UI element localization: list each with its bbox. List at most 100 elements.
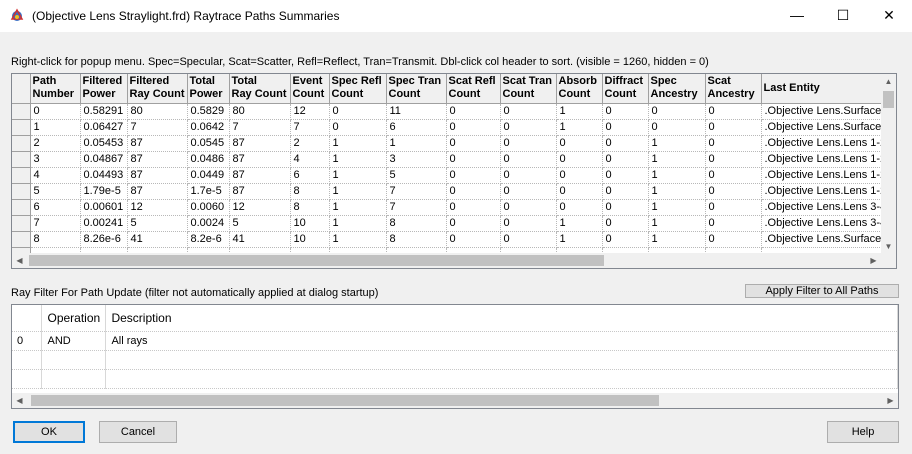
column-header[interactable]: Spec Refl Count <box>329 74 387 104</box>
table-cell[interactable]: 80 <box>229 103 291 120</box>
table-cell[interactable]: .Objective Lens.Lens 1-2 <box>761 167 891 184</box>
table-cell[interactable]: .Objective Lens.Surface <box>761 231 891 248</box>
table-cell[interactable]: 5 <box>127 215 188 232</box>
table-cell[interactable]: 8 <box>290 199 330 216</box>
table-cell[interactable]: 0 <box>446 119 501 136</box>
table-row[interactable]: 5 1.79e-5 87 1.7e-5 87 8 1 7 0 0 0 0 1 0 .Objective Le… <box>12 183 891 200</box>
column-header[interactable]: Last Entity <box>761 74 891 104</box>
row-selector[interactable] <box>12 183 31 200</box>
filter-row-empty[interactable] <box>12 369 898 389</box>
table-cell[interactable]: 6 <box>290 167 330 184</box>
table-cell[interactable]: 7 <box>386 199 447 216</box>
table-cell[interactable]: 0 <box>556 183 603 200</box>
table-cell[interactable]: 0 <box>30 103 81 120</box>
table-cell[interactable]: 87 <box>229 183 291 200</box>
row-header-corner[interactable] <box>12 74 31 104</box>
table-cell[interactable]: 1 <box>556 231 603 248</box>
table-cell[interactable]: 0.04867 <box>80 151 128 168</box>
filter-column-header[interactable] <box>12 305 43 332</box>
table-cell[interactable]: 1 <box>556 103 603 120</box>
table-cell[interactable]: 0 <box>500 167 557 184</box>
table-cell[interactable]: 8 <box>386 215 447 232</box>
column-header[interactable]: Scat Refl Count <box>446 74 501 104</box>
apply-filter-button[interactable]: Apply Filter to All Paths <box>745 284 899 298</box>
table-row[interactable]: 8 8.26e-6 41 8.2e-6 41 10 1 8 0 0 1 0 1 0 .Objective L… <box>12 231 891 248</box>
table-cell[interactable]: 1 <box>329 215 387 232</box>
table-cell[interactable]: 0 <box>648 103 706 120</box>
table-cell[interactable]: 0 <box>705 167 762 184</box>
row-selector[interactable] <box>12 199 31 216</box>
filter-column-header[interactable]: Operation <box>41 305 107 332</box>
filter-cell[interactable] <box>41 350 107 370</box>
table-cell[interactable]: 1 <box>329 167 387 184</box>
table-cell[interactable]: 1 <box>329 199 387 216</box>
table-cell[interactable]: 0 <box>705 199 762 216</box>
table-cell[interactable]: 0 <box>446 167 501 184</box>
close-button[interactable]: ✕ <box>866 0 912 30</box>
table-cell[interactable]: 87 <box>127 167 188 184</box>
table-cell[interactable]: 1 <box>648 199 706 216</box>
table-row[interactable]: 2 0.05453 87 0.0545 87 2 1 1 0 0 0 0 1 0 .Objective Le… <box>12 135 891 152</box>
table-cell[interactable]: 1 <box>648 231 706 248</box>
table-cell[interactable]: 0 <box>602 119 649 136</box>
table-cell[interactable]: .Objective Lens.Lens 1-2 <box>761 135 891 152</box>
table-cell[interactable]: 0.05453 <box>80 135 128 152</box>
table-cell[interactable]: 0 <box>705 215 762 232</box>
column-header[interactable]: Path Number <box>30 74 81 104</box>
table-cell[interactable]: 12 <box>127 199 188 216</box>
row-selector[interactable] <box>12 151 31 168</box>
table-row[interactable]: 4 0.04493 87 0.0449 87 6 1 5 0 0 0 0 1 0 .Objective Le… <box>12 167 891 184</box>
filter-horizontal-scrollbar[interactable]: ◀ ▶ <box>12 393 898 408</box>
table-cell[interactable]: 87 <box>127 151 188 168</box>
column-header[interactable]: Spec Tran Count <box>386 74 447 104</box>
table-cell[interactable]: .Objective Lens.Lens 1-2 <box>761 151 891 168</box>
table-cell[interactable]: 0.0060 <box>187 199 230 216</box>
column-header[interactable]: Filtered Power <box>80 74 128 104</box>
table-cell[interactable]: 87 <box>127 183 188 200</box>
row-selector[interactable] <box>12 231 31 248</box>
table-cell[interactable]: 0 <box>500 183 557 200</box>
table-cell[interactable]: 12 <box>229 199 291 216</box>
table-cell[interactable]: 0.0545 <box>187 135 230 152</box>
table-cell[interactable]: 0 <box>602 167 649 184</box>
table-cell[interactable]: 0 <box>602 135 649 152</box>
table-cell[interactable]: 5 <box>30 183 81 200</box>
column-header[interactable]: Scat Ancestry <box>705 74 762 104</box>
table-cell[interactable]: 1 <box>648 151 706 168</box>
table-cell[interactable]: 0 <box>446 231 501 248</box>
table-cell[interactable]: 0.00601 <box>80 199 128 216</box>
scroll-up-icon[interactable]: ▲ <box>881 74 896 89</box>
table-cell[interactable]: 0.5829 <box>187 103 230 120</box>
table-cell[interactable]: 0 <box>556 199 603 216</box>
row-selector[interactable] <box>12 215 31 232</box>
filter-cell[interactable] <box>41 369 107 389</box>
table-cell[interactable]: 0 <box>446 215 501 232</box>
table-cell[interactable]: 2 <box>290 135 330 152</box>
table-cell[interactable]: 6 <box>386 119 447 136</box>
table-cell[interactable]: 2 <box>30 135 81 152</box>
table-cell[interactable]: 87 <box>229 167 291 184</box>
table-cell[interactable]: 87 <box>127 135 188 152</box>
table-cell[interactable]: 0 <box>500 199 557 216</box>
table-cell[interactable]: 1 <box>30 119 81 136</box>
table-cell[interactable]: 0 <box>602 231 649 248</box>
table-cell[interactable]: 1.79e-5 <box>80 183 128 200</box>
table-cell[interactable]: 0 <box>705 183 762 200</box>
table-cell[interactable]: 0 <box>446 151 501 168</box>
table-cell[interactable]: 0 <box>705 135 762 152</box>
table-cell[interactable]: 7 <box>290 119 330 136</box>
table-cell[interactable]: 87 <box>229 135 291 152</box>
row-selector[interactable] <box>12 119 31 136</box>
table-cell[interactable]: 3 <box>30 151 81 168</box>
table-cell[interactable]: 10 <box>290 215 330 232</box>
table-cell[interactable]: 0 <box>500 103 557 120</box>
table-cell[interactable]: 0 <box>705 103 762 120</box>
table-cell[interactable]: 0 <box>556 135 603 152</box>
filter-cell[interactable] <box>12 350 43 370</box>
table-cell[interactable]: 7 <box>386 183 447 200</box>
filter-cell[interactable]: All rays <box>105 331 898 351</box>
table-cell[interactable]: 8 <box>30 231 81 248</box>
table-cell[interactable]: 12 <box>290 103 330 120</box>
filter-row-empty[interactable] <box>12 350 898 370</box>
help-button[interactable]: Help <box>827 421 899 443</box>
